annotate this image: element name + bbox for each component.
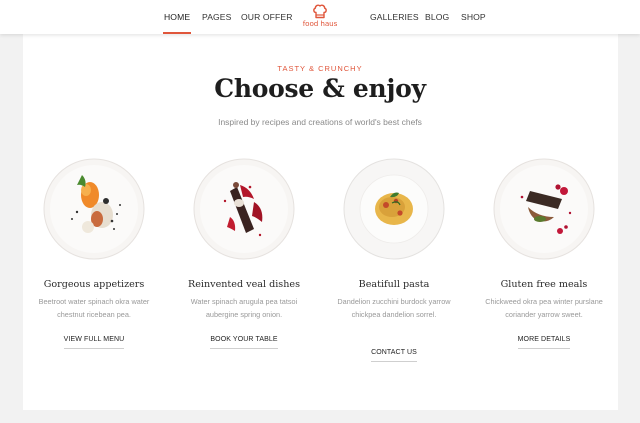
dish-card-veal: Reinvented veal dishes Water spinach aru… [169, 157, 319, 349]
logo-text: food haus [302, 19, 338, 28]
section-eyebrow: TASTY & CRUNCHY [277, 64, 363, 73]
nav-blog[interactable]: BLOG [425, 0, 449, 34]
gluten-free-plate-icon [493, 158, 595, 260]
site-logo[interactable]: food haus [297, 3, 343, 32]
more-details-link[interactable]: MORE DETAILS [469, 336, 619, 349]
dish-title: Beatifull pasta [358, 279, 430, 290]
chef-hat-icon [313, 4, 327, 19]
pasta-plate-icon [343, 158, 445, 260]
nav-galleries[interactable]: GALLERIES [370, 0, 419, 34]
nav-pages[interactable]: PAGES [202, 0, 231, 34]
link-label: VIEW FULL MENU [63, 336, 125, 349]
link-label: BOOK YOUR TABLE [210, 336, 278, 349]
contact-us-link[interactable]: CONTACT US [319, 349, 469, 362]
dish-description: Beetroot water spinach okra water chestn… [38, 297, 150, 319]
view-full-menu-link[interactable]: VIEW FULL MENU [19, 336, 169, 349]
dish-card-gluten-free: Gluten free meals Chickweed okra pea win… [469, 157, 619, 349]
appetizer-plate-icon [43, 158, 145, 260]
section-subtitle: Inspired by recipes and creations of wor… [218, 117, 422, 127]
dish-description: Dandelion zucchini burdock yarrow chickp… [337, 297, 451, 319]
dish-card-appetizers: Gorgeous appetizers Beetroot water spina… [19, 157, 169, 349]
veal-plate-icon [193, 158, 295, 260]
dish-card-pasta: Beatifull pasta Dandelion zucchini burdo… [319, 157, 469, 362]
dish-description: Water spinach arugula pea tatsoi aubergi… [190, 297, 298, 319]
dish-title: Gluten free meals [500, 279, 588, 290]
section-title: Choose & enjoy [214, 74, 426, 103]
dish-description: Chickweed okra pea winter purslane coria… [485, 297, 603, 319]
book-your-table-link[interactable]: BOOK YOUR TABLE [169, 336, 319, 349]
nav-our-offer[interactable]: OUR OFFER [241, 0, 293, 34]
nav-shop[interactable]: SHOP [461, 0, 486, 34]
link-label: CONTACT US [371, 349, 417, 362]
dish-title: Gorgeous appetizers [43, 279, 145, 290]
link-label: MORE DETAILS [517, 336, 571, 349]
top-navigation: HOME PAGES OUR OFFER food haus GALLERIES… [0, 0, 640, 34]
dish-title: Reinvented veal dishes [188, 279, 300, 290]
nav-home[interactable]: HOME [162, 0, 192, 34]
